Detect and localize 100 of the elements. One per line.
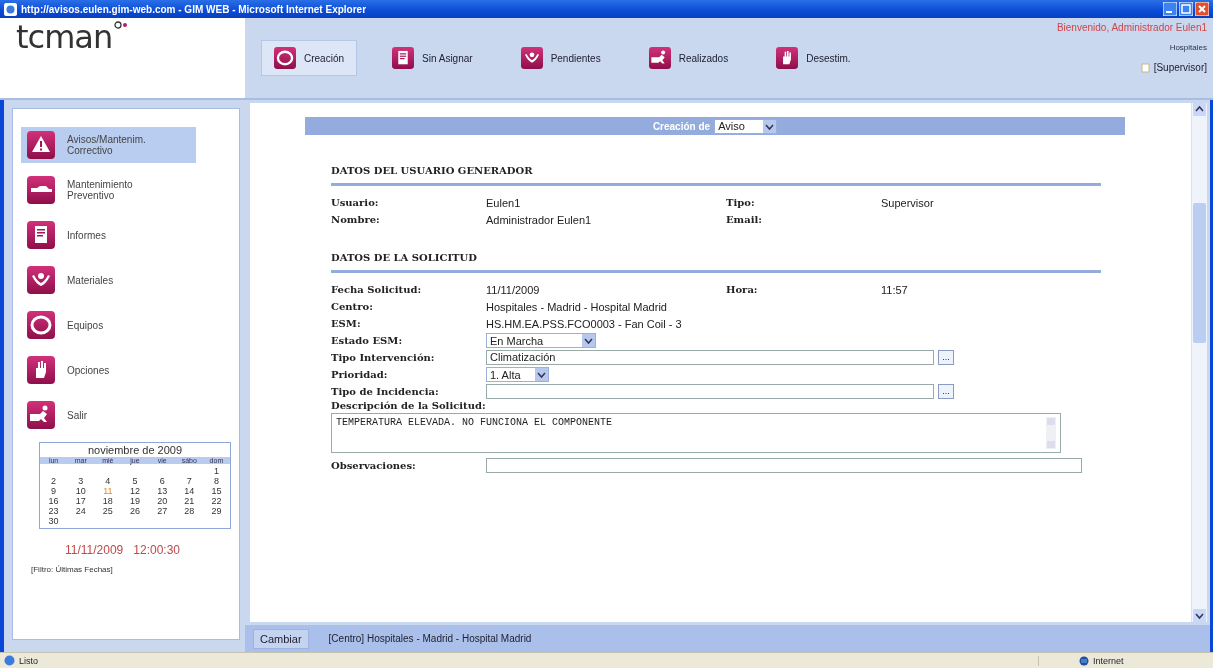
nav-tab[interactable]: Realizados xyxy=(635,40,742,76)
calendar-day[interactable]: 5 xyxy=(121,476,149,486)
calendar-day[interactable]: 22 xyxy=(202,496,230,506)
field-label: Nombre: xyxy=(331,214,381,225)
group-label: Hospitales xyxy=(1169,43,1207,52)
field-label: Email: xyxy=(726,214,763,225)
type-select[interactable]: Aviso xyxy=(714,118,778,134)
field-value: HS.HM.EA.PSS.FCO0003 - Fan Coil - 3 xyxy=(486,317,683,330)
calendar-day[interactable]: 6 xyxy=(148,476,176,486)
nav-tab[interactable]: Pendientes xyxy=(507,40,614,76)
calendar-day[interactable]: 21 xyxy=(175,496,203,506)
field-label: Hora: xyxy=(726,284,759,295)
nav-tab[interactable]: Creación xyxy=(261,40,358,76)
calendar-day[interactable]: 23 xyxy=(40,506,68,516)
hand-icon xyxy=(27,356,55,384)
calendar-day[interactable]: 12 xyxy=(121,486,149,496)
calendar-day[interactable]: 8 xyxy=(202,476,230,486)
ring-icon xyxy=(274,47,296,69)
field-label: Tipo de Incidencia: xyxy=(331,386,440,397)
field-value: 11:57 xyxy=(881,283,909,296)
sidebar-item[interactable]: Equipos xyxy=(21,307,196,343)
calendar-month: noviembre de 2009 xyxy=(86,443,184,457)
calendar-day[interactable]: 26 xyxy=(121,506,149,516)
select-field[interactable]: 1. Alta xyxy=(486,367,549,382)
calendar-day[interactable]: 16 xyxy=(40,496,68,506)
calendar-day[interactable]: 3 xyxy=(67,476,95,486)
section-title: DATOS DE LA SOLICITUD xyxy=(331,252,1101,273)
field-label: Estado ESM: xyxy=(331,335,404,346)
sidebar-item[interactable]: Avisos/Mantenim. Correctivo xyxy=(21,127,196,163)
car-icon xyxy=(27,176,55,204)
scroll-thumb-icon[interactable] xyxy=(1193,202,1206,343)
sidebar-item[interactable]: Mantenimiento Preventivo xyxy=(21,172,196,208)
document-icon xyxy=(392,47,415,69)
field-label: Tipo Intervención: xyxy=(331,352,436,363)
dropdown-icon[interactable] xyxy=(582,334,595,347)
document-icon xyxy=(27,221,55,249)
scrollbar-icon xyxy=(1046,417,1056,449)
input-field[interactable] xyxy=(486,458,1082,473)
calendar-day[interactable]: 27 xyxy=(148,506,176,516)
scroll-up-icon[interactable] xyxy=(1193,103,1206,116)
minimize-icon[interactable] xyxy=(1163,2,1177,16)
browser-icon xyxy=(4,2,17,16)
dropdown-icon[interactable] xyxy=(763,119,777,133)
page-icon xyxy=(4,655,15,666)
scroll-down-icon[interactable] xyxy=(1193,609,1206,622)
logo-text: tcman xyxy=(16,20,113,54)
calendar-day[interactable]: 7 xyxy=(175,476,203,486)
browse-button[interactable]: ... xyxy=(938,350,954,365)
nav-tab[interactable]: Sin Asignar xyxy=(379,40,486,76)
calendar-day[interactable]: 9 xyxy=(40,486,68,496)
calendar-day[interactable]: 1 xyxy=(202,466,230,476)
browse-button[interactable]: ... xyxy=(938,384,954,399)
calendar-day[interactable]: 29 xyxy=(202,506,230,516)
calendar-day[interactable]: 28 xyxy=(175,506,203,516)
centre-info: [Centro] Hospitales - Madrid - Hospital Madrid xyxy=(328,633,532,644)
field-label: Centro: xyxy=(331,301,374,312)
zone-text: Internet xyxy=(1093,655,1124,666)
calendar-day[interactable]: 24 xyxy=(67,506,95,516)
nav-tab[interactable]: Desestim. xyxy=(763,40,864,76)
calendar-day[interactable]: 20 xyxy=(148,496,176,506)
status-text: Listo xyxy=(19,655,38,666)
user-icon xyxy=(1140,62,1150,73)
calendar-day[interactable]: 25 xyxy=(94,506,122,516)
calendar-day[interactable]: 15 xyxy=(202,486,230,496)
input-field[interactable]: Climatización xyxy=(486,350,934,365)
filter-text: [Filtro: Últimas Fechas] xyxy=(31,565,114,574)
ring-icon xyxy=(27,311,55,339)
welcome-text: Bienvenido, Administrador Eulen1 xyxy=(1056,22,1207,33)
sidebar-item[interactable]: Materiales xyxy=(21,262,196,298)
calendar-day[interactable]: 17 xyxy=(67,496,95,506)
field-value: Supervisor xyxy=(881,196,935,209)
calendar-day[interactable]: 30 xyxy=(40,516,68,526)
sidebar-item[interactable]: Informes xyxy=(21,217,196,253)
field-label: Usuario: xyxy=(331,197,380,208)
field-value: Administrador Eulen1 xyxy=(486,213,593,226)
calendar-day[interactable]: 4 xyxy=(94,476,122,486)
logo-dots-icon xyxy=(114,20,129,30)
running-figure-icon xyxy=(27,401,55,429)
select-field[interactable]: En Marcha xyxy=(486,333,596,348)
clock-text: 11/11/2009 12:00:30 xyxy=(65,543,181,557)
sidebar-item[interactable]: Salir xyxy=(21,397,196,433)
text-area[interactable]: TEMPERATURA ELEVADA. NO FUNCIONA EL COMPONENTE xyxy=(331,413,1061,453)
field-label: Prioridad: xyxy=(331,369,389,380)
field-value: Eulen1 xyxy=(486,196,522,209)
globe-icon xyxy=(1079,655,1089,666)
calendar-day[interactable]: 14 xyxy=(175,486,203,496)
input-field[interactable] xyxy=(486,384,934,399)
calendar-day[interactable]: 10 xyxy=(67,486,95,496)
calendar-day[interactable]: 18 xyxy=(94,496,122,506)
calendar-day[interactable]: 13 xyxy=(148,486,176,496)
change-button[interactable]: Cambiar xyxy=(253,628,309,649)
calendar-day[interactable]: 19 xyxy=(121,496,149,506)
dropdown-icon[interactable] xyxy=(535,368,548,381)
field-value: Hospitales - Madrid - Hospital Madrid xyxy=(486,300,668,313)
window-title: http://avisos.eulen.gim-web.com - GIM WEB - Microsoft Internet Explorer xyxy=(21,3,368,15)
maximize-icon[interactable] xyxy=(1179,2,1193,16)
sidebar-item[interactable]: Opciones xyxy=(21,352,196,388)
calendar-day[interactable]: 2 xyxy=(40,476,68,486)
field-label: Fecha Solicitud: xyxy=(331,284,423,295)
close-icon[interactable] xyxy=(1195,2,1209,16)
